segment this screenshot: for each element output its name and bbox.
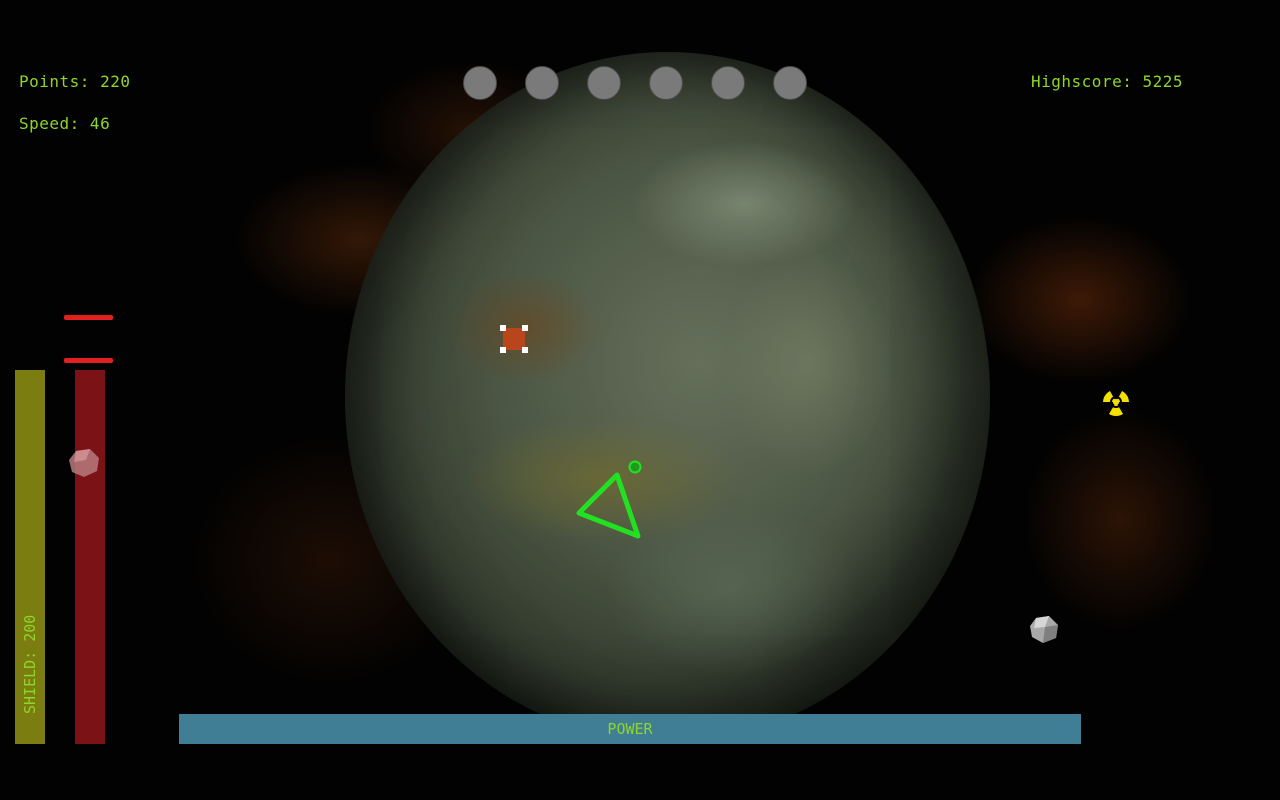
asteroid-icon [69,449,99,477]
heat-limit-marker [64,315,113,320]
heat-level-marker [64,358,113,363]
highscore-counter: Highscore: 5225 [1031,72,1183,91]
life-circle-icon [711,66,745,100]
heat-bar [75,370,105,744]
power-bar: POWER [179,714,1081,744]
game-stage[interactable]: Points: 220 Speed: 46 Highscore: 5225 SH… [0,0,1280,800]
radiation-icon[interactable] [1100,385,1132,417]
planet [345,52,990,742]
red-box-icon[interactable] [499,324,529,354]
points-counter: Points: 220 [19,72,131,91]
life-circle-icon [773,66,807,100]
power-label: POWER [607,720,653,738]
life-circle-icon [649,66,683,100]
life-circle-icon [587,66,621,100]
life-circle-icon [525,66,559,100]
asteroid-icon [1030,616,1058,643]
life-circle-icon [463,66,497,100]
triangle-ship-icon[interactable] [570,468,650,544]
shield-label-wrap: SHIELD: 200 [15,370,45,744]
shield-label: SHIELD: 200 [21,614,39,714]
lives-indicator [463,66,807,100]
speed-counter: Speed: 46 [19,114,111,133]
